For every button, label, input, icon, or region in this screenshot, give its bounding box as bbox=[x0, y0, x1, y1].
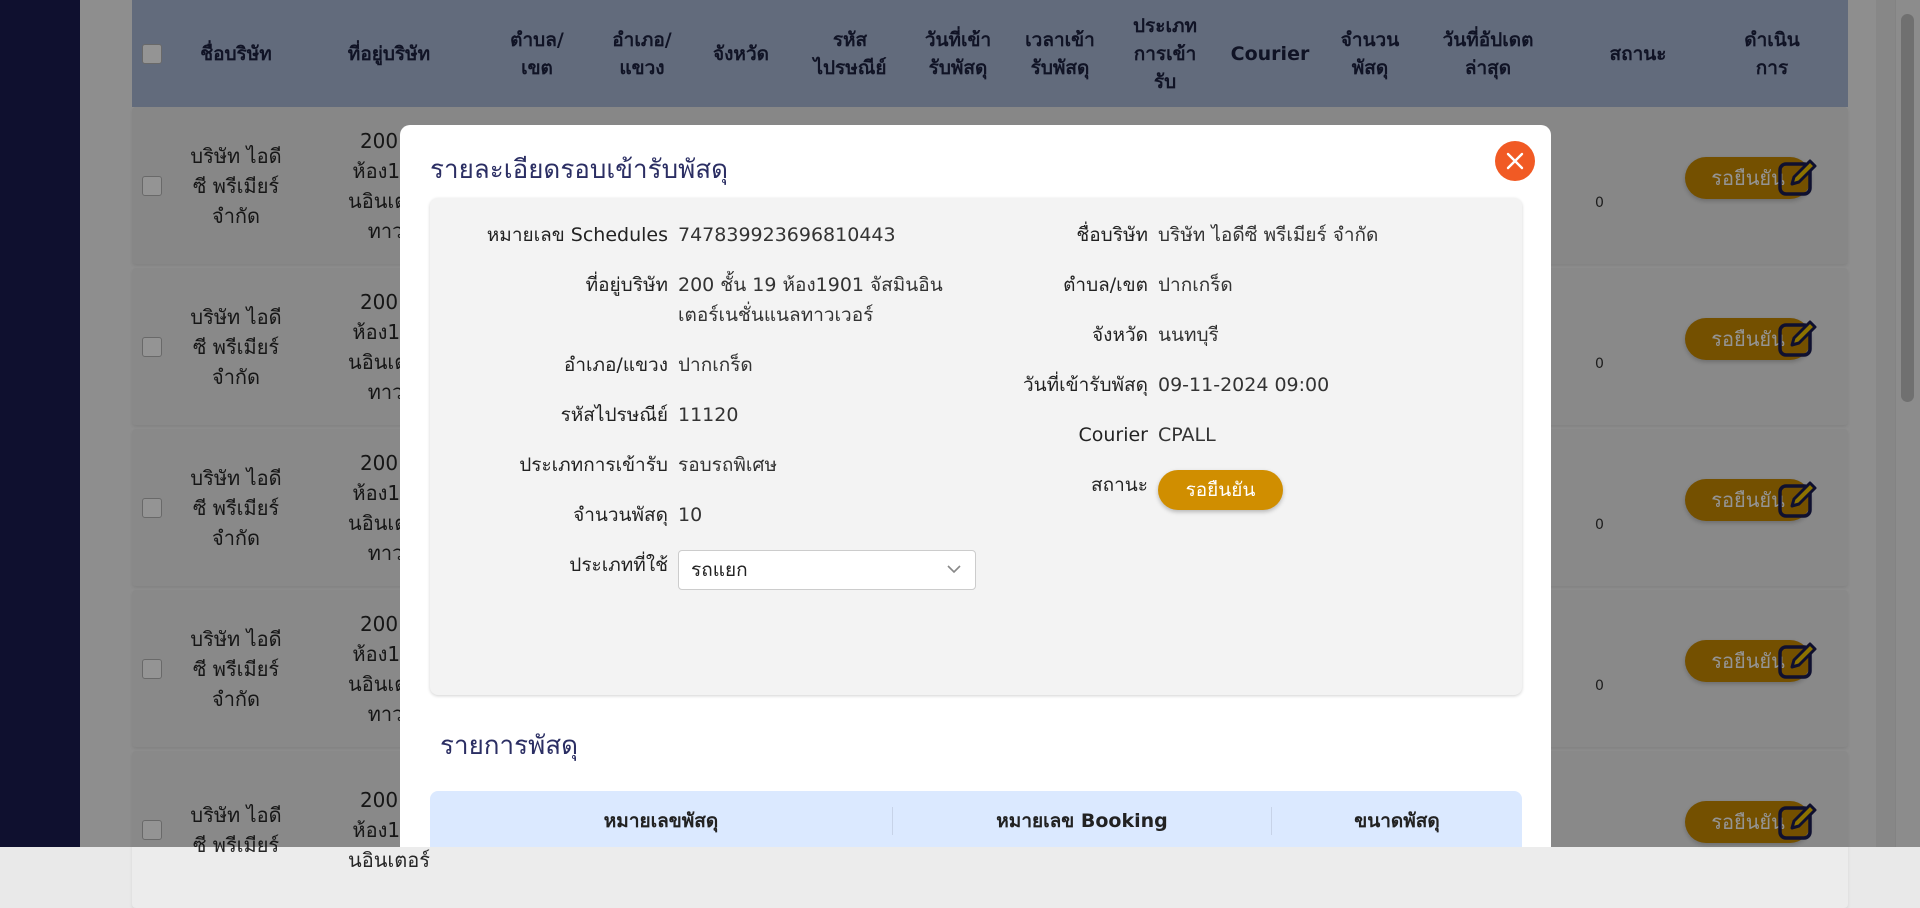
vehicle-type-selected: รถแยก bbox=[691, 559, 748, 581]
vehicle-type-label: ประเภทที่ใช้ bbox=[569, 554, 668, 576]
schedule-label: หมายเลข Schedules bbox=[486, 224, 668, 246]
vehicle-type-select[interactable]: รถแยก bbox=[678, 550, 976, 590]
parcel-list-title: รายการพัสดุ bbox=[440, 731, 578, 761]
th-parcel-size[interactable]: ขนาดพัสดุ bbox=[1272, 806, 1522, 836]
province-label: จังหวัด bbox=[1092, 324, 1148, 346]
district-label: อำเภอ/แขวง bbox=[563, 354, 668, 376]
address-label: ที่อยู่บริษัท bbox=[585, 274, 668, 296]
detail-card: หมายเลข Schedules 747839923696810443 ที่… bbox=[430, 198, 1522, 695]
status-label: สถานะ bbox=[1091, 474, 1148, 496]
pickup-type-label: ประเภทการเข้ารับ bbox=[519, 454, 668, 476]
pickup-date-label: วันที่เข้ารับพัสดุ bbox=[1022, 374, 1148, 396]
courier-value: CPALL bbox=[1158, 424, 1216, 446]
subdistrict-value: ปากเกร็ด bbox=[1158, 274, 1233, 296]
field-status: สถานะ รอยืนยัน bbox=[850, 470, 1283, 510]
th-parcel-number[interactable]: หมายเลขพัสดุ bbox=[430, 806, 892, 836]
subdistrict-label: ตำบล/เขต bbox=[1063, 274, 1148, 296]
parcel-count-label: จำนวนพัสดุ bbox=[573, 504, 668, 526]
field-province: จังหวัด นนทบุรี bbox=[850, 320, 1219, 350]
field-pickup-date: วันที่เข้ารับพัสดุ 09-11-2024 09:00 bbox=[850, 370, 1329, 400]
field-courier: Courier CPALL bbox=[850, 420, 1216, 450]
parcel-table-header: หมายเลขพัสดุ หมายเลข Booking ขนาดพัสดุ bbox=[430, 791, 1522, 847]
courier-label: Courier bbox=[1078, 424, 1148, 446]
company-value: บริษัท ไอดีซี พรีเมียร์ จำกัด bbox=[1158, 224, 1379, 246]
postcode-label: รหัสไปรษณีย์ bbox=[560, 404, 668, 426]
close-icon bbox=[1506, 152, 1524, 170]
th-booking-number[interactable]: หมายเลข Booking bbox=[893, 806, 1271, 836]
status-badge: รอยืนยัน bbox=[1158, 470, 1283, 510]
field-subdistrict: ตำบล/เขต ปากเกร็ด bbox=[850, 270, 1233, 300]
modal-title: รายละเอียดรอบเข้ารับพัสดุ bbox=[430, 155, 729, 185]
province-value: นนทบุรี bbox=[1158, 324, 1219, 346]
company-label: ชื่อบริษัท bbox=[1076, 224, 1148, 246]
chevron-down-icon bbox=[947, 565, 961, 574]
pickup-detail-modal: รายละเอียดรอบเข้ารับพัสดุ หมายเลข Schedu… bbox=[400, 125, 1551, 847]
close-button[interactable] bbox=[1495, 141, 1535, 181]
field-company: ชื่อบริษัท บริษัท ไอดีซี พรีเมียร์ จำกัด bbox=[850, 220, 1378, 250]
pickup-date-value: 09-11-2024 09:00 bbox=[1158, 374, 1330, 396]
field-vehicle-type: ประเภทที่ใช้ รถแยก bbox=[430, 550, 976, 590]
